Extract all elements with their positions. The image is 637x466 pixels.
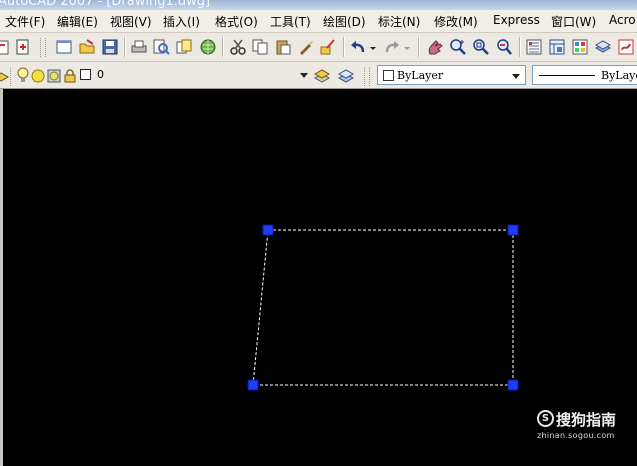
grip-top-right[interactable] bbox=[507, 224, 519, 236]
save-icon[interactable] bbox=[101, 38, 119, 56]
redo-icon[interactable] bbox=[383, 38, 401, 56]
zoom-window-icon[interactable] bbox=[472, 38, 490, 56]
standard-toolbar bbox=[0, 33, 637, 62]
qnew-icon[interactable] bbox=[14, 38, 32, 56]
menu-tools[interactable]: 工具(T) bbox=[270, 13, 311, 30]
layer-control-dropdown[interactable]: 0 bbox=[14, 65, 314, 85]
cut-icon[interactable] bbox=[229, 38, 247, 56]
drawing-canvas[interactable] bbox=[0, 89, 637, 466]
toolbar-separator bbox=[418, 37, 419, 57]
grip-top-left[interactable] bbox=[262, 224, 274, 236]
toolbar-separator bbox=[519, 37, 520, 57]
layers-properties-toolbar: 0 ByLayer ByLayer bbox=[0, 62, 637, 89]
color-control-dropdown[interactable]: ByLayer bbox=[377, 65, 526, 85]
selection-outline[interactable] bbox=[252, 229, 514, 386]
color-swatch bbox=[383, 70, 394, 81]
plot-preview-icon[interactable] bbox=[152, 38, 170, 56]
web-icon[interactable] bbox=[199, 38, 217, 56]
toolbar-grip[interactable] bbox=[40, 38, 44, 57]
menu-draw[interactable]: 绘图(D) bbox=[323, 13, 366, 30]
menu-modify[interactable]: 修改(M) bbox=[434, 13, 478, 30]
lock-icon[interactable] bbox=[64, 68, 76, 87]
grip-bottom-left[interactable] bbox=[247, 379, 259, 391]
layer-manager-icon[interactable] bbox=[0, 67, 10, 85]
toolbar-separator bbox=[343, 37, 344, 57]
toolbar-grip[interactable] bbox=[369, 67, 373, 86]
menu-window[interactable]: 窗口(W) bbox=[551, 13, 596, 30]
menu-format[interactable]: 格式(O) bbox=[215, 13, 258, 30]
lightbulb-on-icon[interactable] bbox=[17, 67, 29, 87]
tool-palettes-icon[interactable] bbox=[571, 38, 589, 56]
canvas-left-border bbox=[0, 89, 3, 466]
vp-freeze-icon[interactable] bbox=[47, 68, 61, 87]
watermark-text: 搜狗指南 bbox=[556, 411, 617, 429]
design-center-icon[interactable] bbox=[548, 38, 566, 56]
toolbar-separator bbox=[124, 37, 125, 57]
menu-view[interactable]: 视图(V) bbox=[110, 13, 152, 30]
sun-thaw-icon[interactable] bbox=[31, 68, 45, 87]
open-icon[interactable] bbox=[78, 38, 96, 56]
menu-insert[interactable]: 插入(I) bbox=[163, 13, 200, 30]
zoom-previous-icon[interactable] bbox=[495, 38, 513, 56]
menu-dimension[interactable]: 标注(N) bbox=[378, 13, 420, 30]
properties-icon[interactable] bbox=[525, 38, 543, 56]
copy-icon[interactable] bbox=[251, 38, 269, 56]
paste-icon[interactable] bbox=[274, 38, 292, 56]
layer-previous-icon[interactable] bbox=[337, 66, 355, 84]
linetype-control-dropdown[interactable]: ByLayer bbox=[532, 65, 637, 85]
toolbar-separator bbox=[222, 37, 223, 57]
match-properties-icon[interactable] bbox=[297, 38, 315, 56]
zoom-realtime-icon[interactable] bbox=[449, 38, 467, 56]
menu-bar: 文件(F) 编辑(E) 视图(V) 插入(I) 格式(O) 工具(T) 绘图(D… bbox=[0, 10, 637, 33]
linetype-sample-line bbox=[539, 75, 595, 76]
plot-icon[interactable] bbox=[130, 38, 148, 56]
toolbar-partial-icon[interactable] bbox=[0, 38, 12, 56]
toolbar-grip[interactable] bbox=[364, 67, 368, 86]
title-bar: AutoCAD 2007 - [Drawing1.dwg] bbox=[0, 0, 637, 10]
window-title: AutoCAD 2007 - [Drawing1.dwg] bbox=[0, 0, 211, 9]
chevron-down-icon[interactable] bbox=[300, 73, 308, 78]
undo-icon[interactable] bbox=[349, 38, 367, 56]
markup-icon[interactable] bbox=[617, 38, 635, 56]
chevron-down-icon[interactable] bbox=[512, 74, 520, 79]
layer-name: 0 bbox=[97, 68, 104, 81]
grip-bottom-right[interactable] bbox=[507, 379, 519, 391]
menu-file[interactable]: 文件(F) bbox=[5, 13, 45, 30]
menu-acrobat[interactable]: Acro bbox=[609, 13, 636, 27]
make-object-layer-current-icon[interactable] bbox=[313, 66, 331, 84]
redo-dropdown-icon[interactable] bbox=[403, 38, 411, 56]
toolbar-grip[interactable] bbox=[45, 38, 49, 57]
linetype-value: ByLayer bbox=[601, 69, 637, 82]
new-icon[interactable] bbox=[55, 38, 73, 56]
selected-quadrilateral[interactable] bbox=[0, 89, 637, 466]
sogou-logo-icon: S bbox=[537, 410, 554, 427]
block-editor-icon[interactable] bbox=[319, 38, 337, 56]
sheet-set-icon[interactable] bbox=[594, 38, 612, 56]
undo-dropdown-icon[interactable] bbox=[369, 38, 377, 56]
menu-express[interactable]: Express bbox=[493, 13, 540, 27]
publish-icon[interactable] bbox=[175, 38, 193, 56]
layer-color-swatch bbox=[80, 69, 91, 80]
color-value: ByLayer bbox=[397, 69, 444, 82]
menu-edit[interactable]: 编辑(E) bbox=[57, 13, 98, 30]
watermark-url: zhinan.sogou.com bbox=[537, 431, 615, 440]
pan-icon[interactable] bbox=[426, 38, 444, 56]
